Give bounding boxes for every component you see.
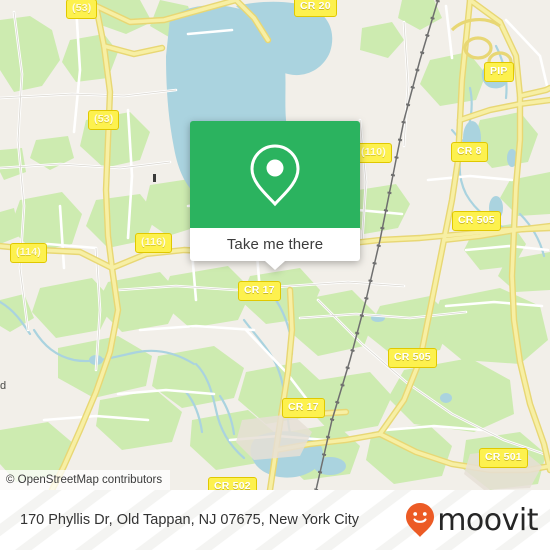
route-shield: CR 501 (479, 448, 528, 468)
route-shield: CR 17 (238, 281, 281, 301)
moovit-logo: moovit (405, 502, 538, 538)
route-shield: PIP (484, 62, 514, 82)
osm-attribution[interactable]: © OpenStreetMap contributors (0, 469, 171, 490)
map-pin-icon (249, 143, 301, 207)
address-text: 170 Phyllis Dr, Old Tappan, NJ 07675, Ne… (20, 512, 360, 528)
route-shield: CR 502 (208, 477, 257, 490)
route-shield: (53) (88, 110, 120, 130)
route-shield: (116) (135, 233, 172, 253)
route-shield: CR 505 (388, 348, 437, 368)
route-shield: (110) (355, 143, 392, 163)
popup-action-bar[interactable]: Take me there (190, 228, 360, 270)
footer-bar: 170 Phyllis Dr, Old Tappan, NJ 07675, Ne… (0, 490, 550, 550)
route-shield: CR 20 (294, 0, 337, 17)
route-shield: CR 8 (451, 142, 488, 162)
moovit-map-screenshot: (53) CR 20 PIP (53) (110) CR 8 CR 505 (1… (0, 0, 550, 550)
take-me-there-label: Take me there (226, 236, 324, 253)
popup-tail-pointer (265, 261, 285, 270)
moovit-pin-smiley-icon (405, 502, 435, 538)
popup-header (190, 121, 360, 228)
route-shield: (53) (66, 0, 98, 19)
route-shield: CR 17 (282, 398, 325, 418)
map-canvas[interactable]: (53) CR 20 PIP (53) (110) CR 8 CR 505 (1… (0, 0, 550, 490)
moovit-wordmark: moovit (437, 503, 538, 538)
route-shield: CR 505 (452, 211, 501, 231)
route-shield: (114) (10, 243, 47, 263)
destination-popup-card[interactable]: Take me there (190, 121, 360, 270)
place-label: d (0, 380, 7, 392)
